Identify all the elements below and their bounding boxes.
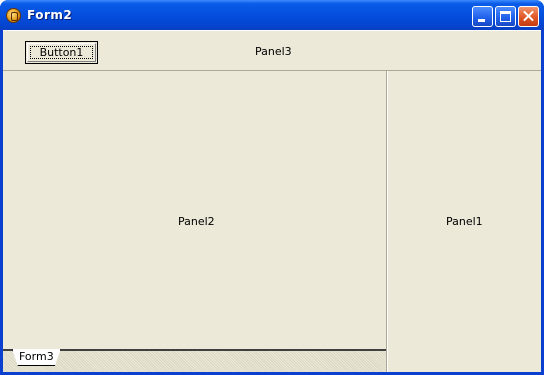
panel2-caption: Panel2 xyxy=(178,215,215,228)
maximize-button[interactable] xyxy=(495,6,516,27)
form2-window: Form2 Button1 Panel3 Panel2 Form3 Panel1 xyxy=(0,0,544,375)
tab-form3[interactable]: Form3 xyxy=(12,349,61,366)
tab-label: Form3 xyxy=(19,350,54,363)
button1[interactable]: Button1 xyxy=(25,41,98,64)
client-area: Button1 Panel3 Panel2 Form3 Panel1 xyxy=(3,30,541,372)
panel3-caption: Panel3 xyxy=(255,45,292,58)
maximize-icon xyxy=(500,11,511,22)
button1-label: Button1 xyxy=(39,46,84,59)
app-icon[interactable] xyxy=(6,8,21,23)
panel2: Panel2 Form3 xyxy=(3,71,387,372)
panel3: Button1 Panel3 xyxy=(3,30,541,71)
close-icon xyxy=(519,7,538,26)
minimize-icon xyxy=(478,19,485,22)
panel1: Panel1 xyxy=(387,71,541,372)
tab-bar: Form3 xyxy=(3,349,386,372)
minimize-button[interactable] xyxy=(472,6,493,27)
panel1-caption: Panel1 xyxy=(446,215,483,228)
title-bar[interactable]: Form2 xyxy=(0,0,544,30)
close-button[interactable] xyxy=(518,6,539,27)
window-title: Form2 xyxy=(27,8,73,22)
